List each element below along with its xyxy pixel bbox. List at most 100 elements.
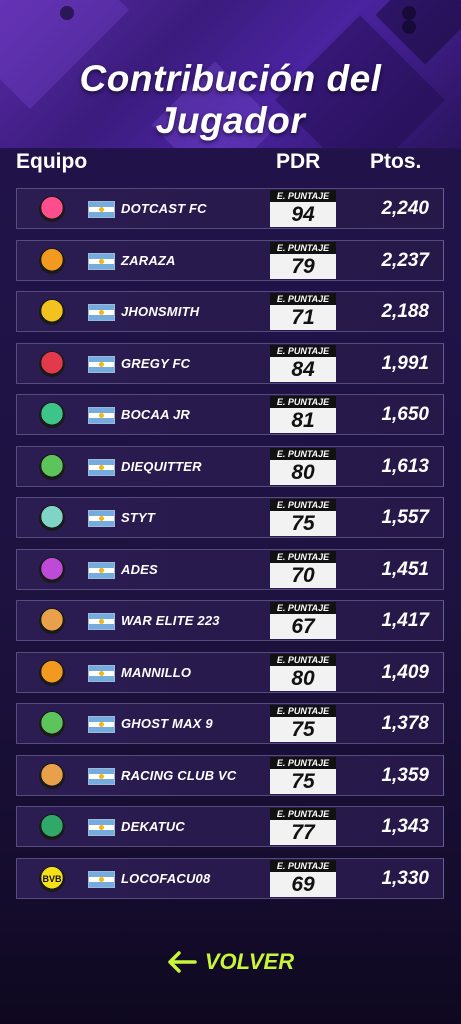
mountain-crest-icon (39, 608, 65, 634)
score-value: 69 (270, 871, 336, 897)
score-box: E. PUNTAJE 77 (270, 807, 336, 846)
team-row[interactable]: ZARAZA E. PUNTAJE 79 2,237 (16, 239, 444, 281)
bvb-crest-icon: BVB (39, 865, 65, 892)
team-row[interactable]: DOTCAST FC E. PUNTAJE 94 2,240 (16, 188, 444, 229)
score-label: E. PUNTAJE (270, 550, 336, 563)
team-row[interactable]: DEKATUC E. PUNTAJE 77 1,343 (16, 806, 444, 847)
argentina-flag-icon (88, 716, 115, 733)
argentina-flag-icon (88, 355, 115, 373)
score-value: 79 (270, 253, 336, 279)
arrow-left-icon (168, 951, 197, 973)
team-name: STYT (121, 510, 156, 525)
team-row[interactable]: JHONSMITH E. PUNTAJE 71 2,188 (16, 291, 444, 332)
score-box: E. PUNTAJE 80 (270, 447, 336, 486)
score-value: 94 (270, 202, 336, 227)
team-points: 1,991 (381, 352, 429, 374)
score-box: E. PUNTAJE 80 (270, 653, 336, 692)
argentina-flag-icon (88, 767, 115, 785)
score-label: E. PUNTAJE (270, 190, 336, 202)
bocaa-crest-icon (39, 402, 65, 428)
score-value: 71 (270, 305, 336, 330)
team-row[interactable]: GHOST MAX 9 E. PUNTAJE 75 1,378 (16, 703, 444, 744)
team-row[interactable]: DIEQUITTER E. PUNTAJE 80 1,613 (16, 445, 444, 487)
column-header-team: Equipo (16, 150, 88, 173)
score-label: E. PUNTAJE (270, 344, 336, 357)
score-box: E. PUNTAJE 67 (270, 601, 336, 640)
gregy-crest-icon (39, 350, 65, 377)
argentina-flag-icon (88, 201, 115, 218)
argentina-flag-icon (88, 819, 115, 836)
ghostmax-crest-icon (39, 711, 65, 737)
score-label: E. PUNTAJE (270, 859, 336, 872)
dekatuc-crest-icon (39, 814, 65, 840)
team-points: 1,343 (381, 816, 429, 837)
score-value: 75 (270, 768, 336, 794)
score-value: 80 (270, 459, 336, 485)
page-title: Contribución del Jugador (79, 58, 382, 141)
back-button-label: VOLVER (204, 949, 295, 974)
team-row[interactable]: MANNILLO E. PUNTAJE 80 1,409 (16, 651, 444, 693)
mountain-crest-icon (39, 762, 65, 789)
mannillo-crest-icon (39, 659, 65, 686)
team-name: MANNILLO (121, 664, 192, 680)
team-points: 1,359 (381, 764, 429, 786)
score-label: E. PUNTAJE (270, 241, 336, 254)
jhonsmith-crest-icon (39, 299, 65, 325)
score-label: E. PUNTAJE (270, 447, 336, 460)
argentina-flag-icon (88, 561, 115, 579)
team-points: 1,557 (381, 507, 429, 528)
argentina-flag-icon (88, 458, 115, 476)
score-box: E. PUNTAJE 81 (270, 395, 336, 434)
team-name: GHOST MAX 9 (121, 716, 213, 731)
team-name: GREGY FC (121, 355, 191, 371)
score-label: E. PUNTAJE (270, 808, 336, 820)
score-value: 80 (270, 665, 336, 691)
team-points: 1,378 (381, 713, 429, 734)
team-name: DOTCAST FC (121, 201, 207, 216)
team-row[interactable]: GREGY FC E. PUNTAJE 84 1,991 (16, 342, 444, 384)
score-box: E. PUNTAJE 84 (270, 344, 336, 383)
score-value: 75 (270, 717, 336, 742)
argentina-flag-icon (88, 304, 115, 321)
styt-crest-icon (39, 505, 65, 531)
team-points: 1,613 (381, 455, 429, 477)
score-box: E. PUNTAJE 75 (270, 498, 336, 537)
diequitter-crest-icon (39, 453, 65, 480)
argentina-flag-icon (88, 664, 115, 682)
team-row[interactable]: BOCAA JR E. PUNTAJE 81 1,650 (16, 394, 444, 435)
score-label: E. PUNTAJE (270, 705, 336, 717)
score-box: E. PUNTAJE 75 (270, 704, 336, 743)
team-row[interactable]: ADES E. PUNTAJE 70 1,451 (16, 548, 444, 590)
team-points: 1,650 (381, 404, 429, 425)
score-value: 75 (270, 511, 336, 536)
team-row[interactable]: RACING CLUB VC E. PUNTAJE 75 1,359 (16, 754, 444, 796)
score-label: E. PUNTAJE (270, 756, 336, 769)
argentina-flag-icon (88, 870, 115, 888)
score-box: E. PUNTAJE 79 (270, 241, 336, 280)
score-value: 77 (270, 820, 336, 845)
team-name: DIEQUITTER (121, 458, 202, 474)
team-row[interactable]: STYT E. PUNTAJE 75 1,557 (16, 497, 444, 538)
team-name: WAR ELITE 223 (121, 613, 220, 628)
score-value: 84 (270, 356, 336, 382)
argentina-flag-icon (88, 613, 115, 630)
argentina-flag-icon (88, 510, 115, 527)
score-box: E. PUNTAJE 69 (270, 859, 336, 898)
score-box: E. PUNTAJE 75 (270, 756, 336, 795)
score-box: E. PUNTAJE 71 (270, 292, 336, 331)
team-name: DEKATUC (121, 819, 185, 834)
team-name: LOCOFACU08 (121, 870, 211, 886)
back-button[interactable]: VOLVER (0, 946, 461, 978)
score-label: E. PUNTAJE (270, 396, 336, 408)
argentina-flag-icon (88, 252, 115, 270)
score-value: 70 (270, 562, 336, 588)
team-row[interactable]: WAR ELITE 223 E. PUNTAJE 67 1,417 (16, 600, 444, 641)
zaraza-crest-icon (39, 247, 65, 274)
team-points: 2,240 (381, 198, 429, 219)
team-row[interactable]: BVB LOCOFACU08 E. PUNTAJE 69 1,330 (16, 857, 444, 899)
team-name: ZARAZA (121, 252, 176, 268)
score-box: E. PUNTAJE 94 (270, 189, 336, 228)
column-header-pdr: PDR (276, 150, 321, 173)
argentina-flag-icon (88, 407, 115, 424)
team-points: 1,330 (381, 867, 429, 889)
